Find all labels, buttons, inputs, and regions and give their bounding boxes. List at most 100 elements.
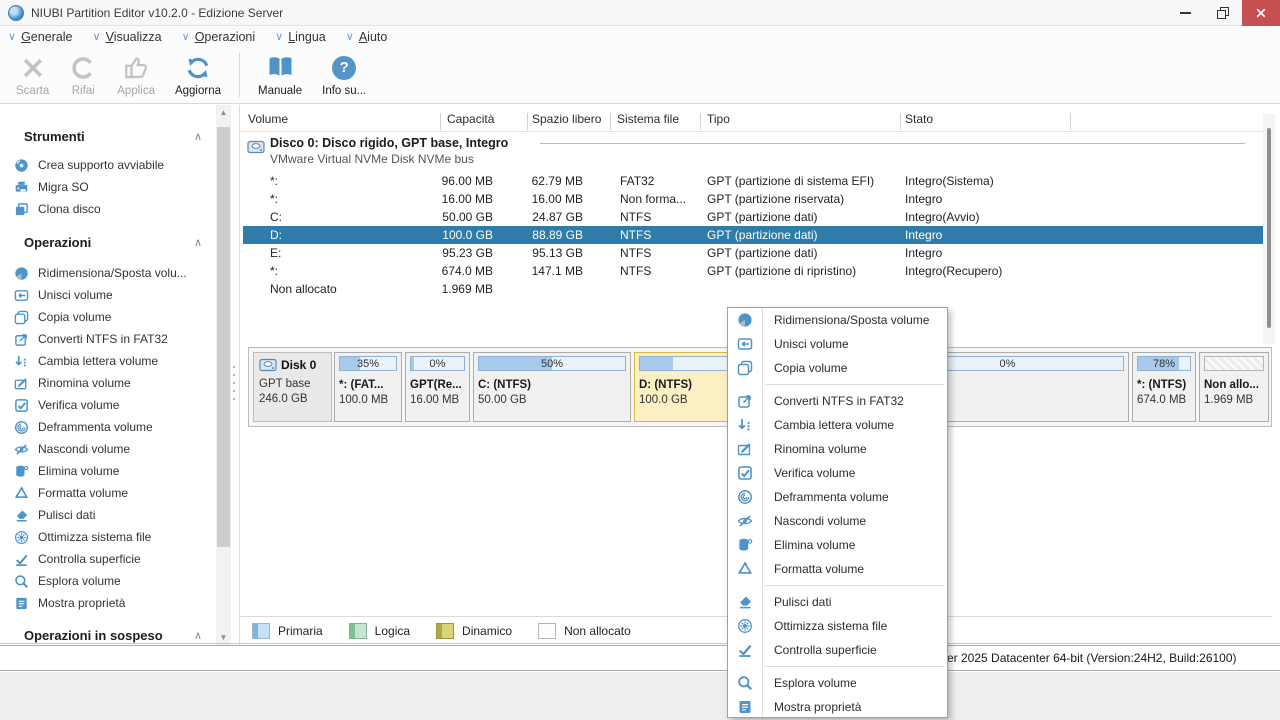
menu-aiuto[interactable]: ∨ Aiuto <box>346 30 388 44</box>
close-button[interactable] <box>1242 0 1280 26</box>
context-converti[interactable]: Converti NTFS in FAT32 <box>728 389 947 413</box>
menu-separator <box>728 380 947 389</box>
disk-map-disk-info[interactable]: Disk 0 GPT base 246.0 GB <box>253 352 332 422</box>
column-volume[interactable]: Volume <box>248 112 288 131</box>
splitter-handle[interactable] <box>231 366 237 400</box>
disk-group-title[interactable]: Disco 0: Disco rigido, GPT base, Integro <box>270 136 508 150</box>
sidebar-item-cambia-lettera[interactable]: Cambia lettera volume <box>0 350 216 372</box>
sidebar-item-ridimensiona[interactable]: Ridimensiona/Sposta volu... <box>0 262 216 284</box>
context-copia[interactable]: Copia volume <box>728 356 947 380</box>
sidebar-item-rinomina[interactable]: Rinomina volume <box>0 372 216 394</box>
menu-lingua[interactable]: ∨ Lingua <box>275 30 326 44</box>
menu-bar: ∨ Generale ∨ Visualizza ∨ Operazioni ∨ Lingu… <box>0 26 1280 47</box>
sidebar-item-unisci[interactable]: Unisci volume <box>0 284 216 306</box>
surface-icon <box>737 642 753 658</box>
context-pulisci[interactable]: Pulisci dati <box>728 590 947 614</box>
column-stato[interactable]: Stato <box>905 112 933 131</box>
refresh-button[interactable]: Aggiorna <box>165 47 231 103</box>
chevron-down-icon: ∨ <box>345 30 354 43</box>
sidebar-item-controlla[interactable]: Controlla superficie <box>0 548 216 570</box>
restore-button[interactable] <box>1204 0 1242 26</box>
sidebar-item-pulisci[interactable]: Pulisci dati <box>0 504 216 526</box>
context-rinomina[interactable]: Rinomina volume <box>728 437 947 461</box>
sidebar-item-migra-so[interactable]: Migra SO <box>0 176 216 198</box>
context-unisci[interactable]: Unisci volume <box>728 332 947 356</box>
sidebar-item-nascondi[interactable]: Nascondi volume <box>0 438 216 460</box>
table-row-c[interactable]: C: 50.00 GB 24.87 GB NTFS GPT (partizione da… <box>243 208 1263 226</box>
chevron-up-icon: ∧ <box>193 236 202 249</box>
column-spazio-libero[interactable]: Spazio libero <box>532 112 601 131</box>
sidebar-section-operazioni-sospeso[interactable]: Operazioni in sospeso ∧ <box>0 626 216 644</box>
context-ottimizza[interactable]: Ottimizza sistema file <box>728 614 947 638</box>
context-cambia-lettera[interactable]: Cambia lettera volume <box>728 413 947 437</box>
context-elimina[interactable]: Elimina volume <box>728 533 947 557</box>
sidebar-item-clona-disco[interactable]: Clona disco <box>0 198 216 220</box>
disk-map-block-unallocated[interactable]: Non allo... 1.969 MB <box>1199 352 1269 422</box>
column-separator <box>610 113 611 130</box>
scrollbar-thumb[interactable] <box>1267 128 1271 328</box>
context-ridimensiona[interactable]: Ridimensiona/Sposta volume <box>728 308 947 332</box>
close-icon <box>1256 8 1266 17</box>
hide-icon <box>737 513 753 529</box>
sidebar-item-converti[interactable]: Converti NTFS in FAT32 <box>0 328 216 350</box>
sidebar-item-crea-supporto[interactable]: Crea supporto avviabile <box>0 154 216 176</box>
menu-operazioni[interactable]: ∨ Operazioni <box>182 30 256 44</box>
table-scrollbar[interactable] <box>1263 114 1275 344</box>
app-logo-icon <box>8 4 24 21</box>
table-row-recovery[interactable]: *: 674.0 MB 147.1 MB NTFS GPT (partizione di… <box>243 262 1263 280</box>
sidebar-item-formatta[interactable]: Formatta volume <box>0 482 216 504</box>
letter-icon <box>14 354 29 369</box>
sidebar-item-ottimizza[interactable]: Ottimizza sistema file <box>0 526 216 548</box>
apply-button[interactable]: Applica <box>107 47 165 103</box>
minimize-button[interactable] <box>1166 0 1204 26</box>
sidebar-item-deframmenta[interactable]: Deframmenta volume <box>0 416 216 438</box>
context-verifica[interactable]: Verifica volume <box>728 461 947 485</box>
table-row-unallocated[interactable]: Non allocato 1.969 MB <box>243 280 1263 298</box>
toolbar: Scarta Rifai Applica Aggiorna Manuale ? … <box>0 47 1280 104</box>
context-esplora[interactable]: Esplora volume <box>728 671 947 695</box>
sidebar-scrollbar[interactable]: ▲ ▼ <box>216 105 231 645</box>
redo-button[interactable]: Rifai <box>59 47 107 103</box>
table-row-e[interactable]: E: 95.23 GB 95.13 GB NTFS GPT (partizione da… <box>243 244 1263 262</box>
manual-button[interactable]: Manuale <box>248 47 312 103</box>
header-divider <box>240 131 1272 132</box>
sidebar-item-verifica[interactable]: Verifica volume <box>0 394 216 416</box>
sidebar-section-operazioni[interactable]: Operazioni ∧ <box>0 233 216 251</box>
context-deframmenta[interactable]: Deframmenta volume <box>728 485 947 509</box>
about-button[interactable]: ? Info su... <box>312 47 376 103</box>
menu-visualizza[interactable]: ∨ Visualizza <box>93 30 162 44</box>
sidebar-item-elimina[interactable]: Elimina volume <box>0 460 216 482</box>
format-icon <box>14 486 29 501</box>
table-row-d-selected[interactable]: D: 100.0 GB 88.89 GB NTFS GPT (partizione da… <box>243 226 1263 244</box>
table-row-msr[interactable]: *: 16.00 MB 16.00 MB Non forma... GPT (parti… <box>243 190 1263 208</box>
column-sistema-file[interactable]: Sistema file <box>617 112 679 131</box>
resize-icon <box>14 266 29 281</box>
disk-map-block-c[interactable]: 50% C: (NTFS) 50.00 GB <box>473 352 631 422</box>
context-mostra-proprieta[interactable]: Mostra proprietà <box>728 695 947 719</box>
convert-icon <box>14 332 29 347</box>
context-controlla[interactable]: Controlla superficie <box>728 638 947 662</box>
chevron-down-icon: ∨ <box>92 30 101 43</box>
scroll-up-icon[interactable]: ▲ <box>216 105 231 120</box>
sidebar-item-esplora[interactable]: Esplora volume <box>0 570 216 592</box>
legend-dinamico: Dinamico <box>436 623 512 639</box>
table-row-efi[interactable]: *: 96.00 MB 62.79 MB FAT32 GPT (partizione d… <box>243 172 1263 190</box>
context-formatta[interactable]: Formatta volume <box>728 557 947 581</box>
disk-map-block-efi[interactable]: 35% *: (FAT... 100.0 MB <box>334 352 402 422</box>
menu-generale[interactable]: ∨ Generale <box>8 30 73 44</box>
scrollbar-thumb[interactable] <box>217 127 230 547</box>
sidebar-item-mostra-proprieta[interactable]: Mostra proprietà <box>0 592 216 614</box>
sidebar-section-strumenti[interactable]: Strumenti ∧ <box>0 127 216 145</box>
redo-icon <box>71 54 95 82</box>
column-capacita[interactable]: Capacità <box>447 112 494 131</box>
sidebar-item-copia[interactable]: Copia volume <box>0 306 216 328</box>
disk-map-block-msr[interactable]: 0% GPT(Re... 16.00 MB <box>405 352 470 422</box>
context-nascondi[interactable]: Nascondi volume <box>728 509 947 533</box>
undo-button[interactable]: Scarta <box>6 47 59 103</box>
unallocated-swatch-icon <box>538 623 557 639</box>
legend-logica: Logica <box>348 623 410 639</box>
menu-separator <box>728 662 947 671</box>
disk-map-block-recovery[interactable]: 78% *: (NTFS) 674.0 MB <box>1132 352 1196 422</box>
defrag-icon <box>737 489 753 505</box>
column-tipo[interactable]: Tipo <box>707 112 730 131</box>
